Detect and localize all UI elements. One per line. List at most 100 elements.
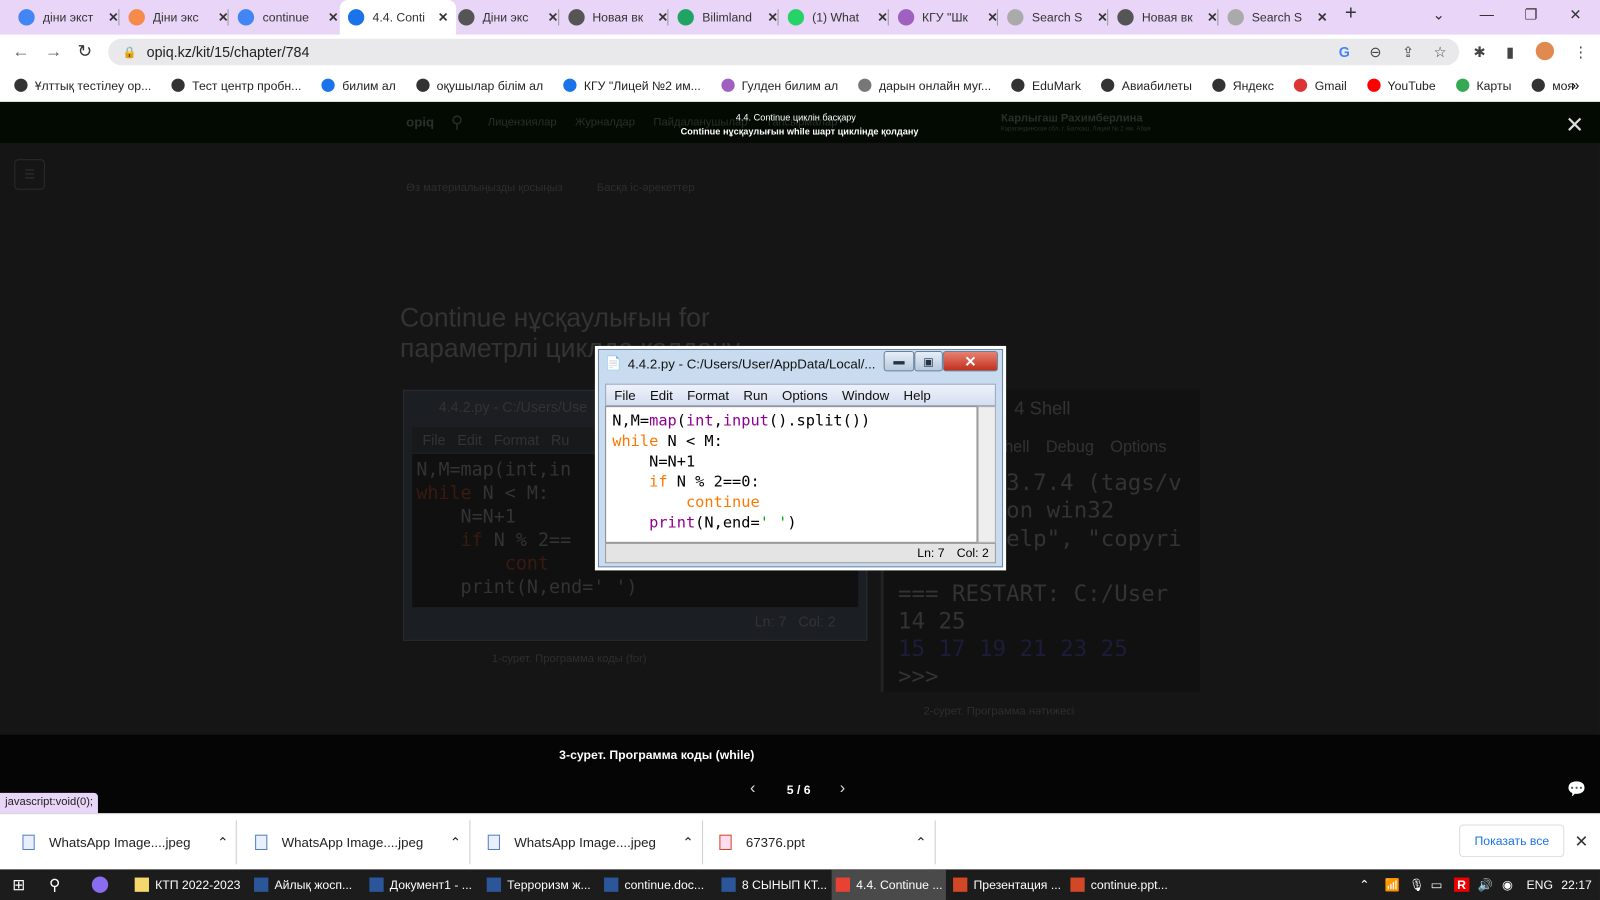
close-download-bar-button[interactable]: ✕ [1574,832,1588,852]
nav-licenses[interactable]: Лицензиялар [488,116,557,128]
close-tab-icon[interactable]: ✕ [438,10,448,24]
close-tab-icon[interactable]: ✕ [108,10,118,24]
tab[interactable]: (1) What ✕ [779,4,895,31]
taskbar-item[interactable]: 8 СЫНЫП КТ... [717,869,831,900]
chevron-up-icon[interactable]: ⌃ [915,834,926,850]
tab[interactable]: Search S ✕ [1219,4,1335,31]
tray-chevron-icon[interactable]: ⌃ [1355,869,1373,900]
tab-search-chevron-icon[interactable]: ⌄ [1433,6,1445,23]
security-icon[interactable]: ◉ [1498,869,1517,900]
tab[interactable]: Діни экс ✕ [120,4,236,31]
zoom-icon[interactable]: ⊖ [1369,44,1381,61]
taskbar-item[interactable]: Айлық жосп... [250,869,364,900]
network-icon[interactable]: 📶 [1381,869,1404,900]
tab[interactable]: continue ✕ [230,4,346,31]
volume-icon[interactable]: 🔊 [1473,869,1496,900]
language-indicator[interactable]: ENG [1522,869,1557,900]
profile-avatar[interactable] [1535,41,1555,61]
add-material-link[interactable]: Өз материалыңызды қосыңыз [406,182,562,194]
close-window-button[interactable]: ✕ [1569,6,1581,23]
taskbar-item[interactable]: continue.ppt... [1066,869,1180,900]
close-tab-icon[interactable]: ✕ [1097,10,1107,24]
windows-start-icon[interactable]: ⊞ [8,869,29,900]
google-lens-icon[interactable]: G [1339,44,1350,60]
nav-journals[interactable]: Журналдар [575,116,635,128]
tab[interactable]: Діни экс ✕ [450,4,566,31]
close-tab-icon[interactable]: ✕ [1317,10,1327,24]
site-logo[interactable]: opiq [406,114,434,129]
taskbar-item[interactable]: continue.doc... [600,869,714,900]
url-text[interactable]: opiq.kz/kit/15/chapter/784 [147,44,310,60]
tab[interactable]: Bilimland ✕ [670,4,786,31]
back-button[interactable]: ← [12,42,29,62]
reload-button[interactable]: ↻ [78,42,93,62]
bookmark-item[interactable]: Тест центр пробн... [171,78,301,92]
clock[interactable]: 22:17 [1557,869,1596,900]
tab[interactable]: Новая вк ✕ [1109,4,1225,31]
taskbar-item[interactable]: КТП 2022-2023 [131,869,245,900]
toc-menu-icon[interactable]: ☰ [14,159,45,190]
close-tab-icon[interactable]: ✕ [548,10,558,24]
download-item[interactable]: WhatsApp Image....jpeg ⌃ [22,814,228,870]
taskbar-item[interactable]: 4.4. Continue ... [831,869,946,900]
other-actions-link[interactable]: Басқа іс-әрекеттер [597,182,695,194]
more-bookmarks-button[interactable]: » [1571,77,1579,93]
download-item[interactable]: WhatsApp Image....jpeg ⌃ [487,814,694,870]
new-tab-button[interactable]: + [1345,2,1357,25]
bookmark-item[interactable]: Ұлттық тестілеу ор... [14,78,151,92]
close-tab-icon[interactable]: ✕ [658,10,668,24]
close-tab-icon[interactable]: ✕ [218,10,228,24]
tab[interactable]: 4.4. Conti ✕ [339,0,457,35]
search-icon[interactable]: ⚲ [451,112,463,132]
taskbar-item[interactable]: Терроризм ж... [483,869,597,900]
yandex-tray-icon[interactable]: R [1450,869,1473,900]
restore-button[interactable]: ❐ [1524,6,1537,23]
bookmark-star-icon[interactable]: ☆ [1434,44,1447,61]
download-item[interactable]: 67376.ppt ⌃ [719,814,926,870]
bookmark-item[interactable]: КГУ "Лицей №2 им... [563,78,701,92]
bookmark-item[interactable]: Авиабилеты [1101,78,1192,92]
extensions-icon[interactable]: ✱ [1473,44,1485,61]
close-lightbox-button[interactable]: ✕ [1565,112,1584,139]
cortana-icon[interactable] [88,869,112,900]
battery-icon[interactable]: ▭ [1427,869,1447,900]
chevron-up-icon[interactable]: ⌃ [682,834,693,850]
side-panel-icon[interactable]: ▮ [1506,44,1514,61]
tab[interactable]: Search S ✕ [999,4,1115,31]
chevron-up-icon[interactable]: ⌃ [217,834,228,850]
bookmark-item[interactable]: дарын онлайн муг... [858,78,991,92]
menu-icon[interactable]: ⋮ [1573,44,1587,61]
bookmark-item[interactable]: моя [1531,78,1574,92]
bookmark-item[interactable]: YouTube [1367,78,1436,92]
next-image-button[interactable]: › [840,780,845,798]
minimize-button[interactable]: — [1480,6,1494,22]
tab[interactable]: КГУ "Шк ✕ [889,4,1005,31]
close-tab-icon[interactable]: ✕ [877,10,887,24]
bookmark-item[interactable]: Яндекс [1212,78,1274,92]
show-all-downloads-button[interactable]: Показать все [1459,824,1565,858]
close-tab-icon[interactable]: ✕ [987,10,997,24]
comment-icon[interactable]: 💬 [1567,780,1586,798]
download-item[interactable]: WhatsApp Image....jpeg ⌃ [255,814,461,870]
tab[interactable]: діни экст ✕ [10,4,126,31]
bookmark-item[interactable]: EduMark [1011,78,1081,92]
tab[interactable]: Новая вк ✕ [560,4,676,31]
forward-button[interactable]: → [45,42,62,62]
prev-image-button[interactable]: ‹ [750,780,755,798]
taskbar-item[interactable]: Презентация ... [949,869,1063,900]
close-tab-icon[interactable]: ✕ [1207,10,1217,24]
close-tab-icon[interactable]: ✕ [328,10,338,24]
bookmark-item[interactable]: оқушылар білім ал [416,78,543,92]
taskbar-item[interactable]: Документ1 - ... [365,869,479,900]
chevron-up-icon[interactable]: ⌃ [450,834,461,850]
user-name[interactable]: Карлыгаш Рахимберлина [1001,112,1143,124]
bookmark-item[interactable]: Карты [1456,78,1511,92]
bookmark-item[interactable]: Гулден билим ал [721,78,838,92]
microphone-icon[interactable]: 🎙 [1405,869,1429,900]
bookmark-item[interactable]: Gmail [1294,78,1347,92]
address-bar[interactable]: 🔒 opiq.kz/kit/15/chapter/784 [108,38,1460,66]
share-icon[interactable]: ⇪ [1402,44,1414,61]
bookmark-item[interactable]: билим ал [321,78,396,92]
close-tab-icon[interactable]: ✕ [768,10,778,24]
search-icon[interactable]: ⚲ [45,869,64,900]
